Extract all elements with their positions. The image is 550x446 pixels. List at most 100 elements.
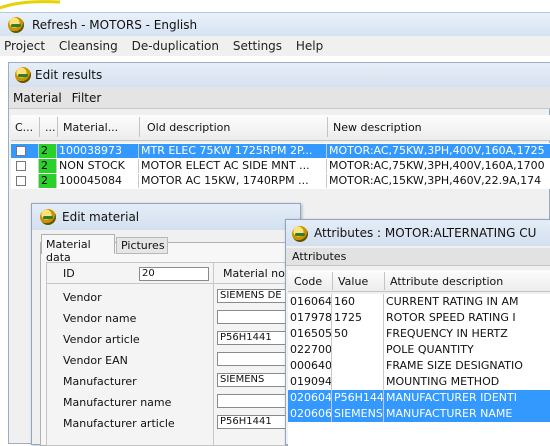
col-checked[interactable]: C... [15, 121, 33, 134]
field-label: Vendor article [63, 333, 140, 346]
tab-pictures[interactable]: Pictures [116, 237, 168, 254]
table-row[interactable]: 2 100038973 MTR ELEC 75KW 1725RPM 2P... MOT… [11, 144, 550, 158]
col-flag[interactable]: ... [45, 121, 56, 134]
attribute-row[interactable]: 000640 FRAME SIZE DESIGNATIO [288, 358, 550, 374]
menu-help[interactable]: Help [296, 39, 323, 53]
edit-material-icon [40, 209, 56, 225]
edit-material-title-bar[interactable]: Edit material [32, 204, 300, 230]
attr-code: 016064 [290, 294, 332, 310]
row-old-description: MOTOR ELECT AC SIDE MNT ... [139, 159, 327, 173]
edit-results-toolbar: Material Filter [9, 87, 550, 109]
main-title-bar[interactable]: Refresh - MOTORS - English [0, 12, 550, 36]
field-label: Vendor [63, 291, 102, 304]
app-title: Refresh - MOTORS - English [32, 18, 198, 32]
tab-material-data[interactable]: Material data [41, 234, 115, 264]
attribute-row[interactable]: 020606 SIEMENS MANUFACTURER NAME [288, 406, 550, 422]
attr-description: MANUFACTURER NAME [384, 406, 550, 422]
attributes-icon [292, 226, 308, 242]
attribute-row[interactable]: 016064 160 CURRENT RATING IN AM [288, 294, 550, 310]
attr-code: 000640 [290, 358, 332, 374]
attr-description: ROTOR SPEED RATING I [386, 311, 516, 324]
row-new-description: MOTOR:AC,15KW,3PH,460V,22.9A,174 [329, 174, 542, 187]
id-label: ID [63, 267, 75, 280]
row-checkbox-cell [11, 159, 39, 173]
attributes-window: Attributes : MOTOR:ALTERNATING CU Attrib… [285, 219, 550, 446]
row-checkbox[interactable] [16, 176, 26, 186]
attr-col-value[interactable]: Value [338, 275, 368, 288]
row-flag: 2 [39, 144, 57, 158]
row-checkbox[interactable] [16, 146, 26, 156]
attr-code: 020604 [288, 390, 332, 406]
row-flag: 2 [39, 159, 57, 173]
attr-value[interactable] [332, 358, 384, 374]
field-label: Vendor EAN [63, 354, 128, 367]
row-checkbox[interactable] [16, 161, 26, 171]
toolbar-material[interactable]: Material [13, 91, 62, 105]
id-field[interactable]: 20 [139, 267, 209, 281]
col-new-description[interactable]: New description [333, 121, 422, 134]
table-row[interactable]: 2 100045084 MOTOR AC 15KW, 1740RPM ... MOTO… [11, 174, 550, 188]
row-flag: 2 [39, 174, 57, 188]
attr-value[interactable] [332, 374, 384, 390]
attr-code: 017978 [290, 310, 332, 326]
attribute-row[interactable]: 022700 POLE QUANTITY [288, 342, 550, 358]
row-material: 100045084 [57, 174, 139, 188]
row-old-description: MTR ELEC 75KW 1725RPM 2P... [139, 144, 327, 158]
attr-col-description[interactable]: Attribute description [390, 275, 503, 288]
menu-cleansing[interactable]: Cleansing [59, 39, 118, 53]
field-label: Vendor name [63, 312, 137, 325]
attribute-row[interactable]: 016505 50 FREQUENCY IN HERTZ [288, 326, 550, 342]
edit-material-window: Edit material Material data Pictures ID … [31, 203, 301, 446]
attr-description: MANUFACTURER IDENTI [384, 390, 550, 406]
attr-description: POLE QUANTITY [386, 343, 474, 356]
attr-code: 019094 [290, 374, 332, 390]
menu-deduplication[interactable]: De-duplication [132, 39, 219, 53]
row-old-description: MOTOR AC 15KW, 1740RPM ... [139, 174, 327, 188]
attr-code: 016505 [290, 326, 332, 342]
row-material: NON STOCK [57, 159, 139, 173]
attr-value[interactable]: 50 [332, 326, 384, 342]
attr-value[interactable]: 160 [332, 294, 384, 310]
attr-code: 020606 [288, 406, 332, 422]
edit-material-title: Edit material [62, 210, 140, 224]
results-header: C... ... Material... Old description New… [11, 115, 550, 141]
row-checkbox-cell [11, 144, 39, 158]
material-fields: ID 20 Material no Vendor SIEMENS DE Vendor… [46, 262, 300, 446]
edit-results-title: Edit results [35, 68, 103, 82]
attr-value[interactable]: P56H1441 [332, 390, 384, 406]
attributes-table: 016064 160 CURRENT RATING IN AM 017978 1725 R… [288, 294, 550, 446]
attr-description: MOUNTING METHOD [386, 375, 500, 388]
attributes-header: Code Value Attribute description [288, 270, 550, 292]
results-table: 2 100038973 MTR ELEC 75KW 1725RPM 2P... MOT… [11, 143, 550, 189]
toolbar-filter[interactable]: Filter [72, 91, 102, 105]
attribute-row[interactable]: 017978 1725 ROTOR SPEED RATING I [288, 310, 550, 326]
attr-description: FRAME SIZE DESIGNATIO [386, 359, 523, 372]
field-label: Manufacturer [63, 375, 137, 388]
attributes-title: Attributes : MOTOR:ALTERNATING CU [314, 226, 537, 240]
field-label: Manufacturer article [63, 417, 175, 430]
menu-settings[interactable]: Settings [233, 39, 282, 53]
attr-value[interactable] [332, 342, 384, 358]
attr-code: 022700 [290, 342, 332, 358]
row-checkbox-cell [11, 174, 39, 188]
attr-col-code[interactable]: Code [294, 275, 322, 288]
row-new-description: MOTOR:AC,75KW,3PH,400V,160A,1725 [327, 144, 550, 158]
col-old-description[interactable]: Old description [147, 121, 230, 134]
attr-value[interactable]: 1725 [332, 310, 384, 326]
app-icon [8, 17, 24, 33]
col-material[interactable]: Material... [63, 121, 118, 134]
menu-project[interactable]: Project [4, 39, 45, 53]
attribute-row[interactable]: 020604P56H1441MANUFACTURER IDENTI [288, 390, 550, 406]
attributes-tab[interactable]: Attributes [286, 248, 550, 266]
menu-bar: Project Cleansing De-duplication Setting… [0, 36, 550, 56]
attributes-title-bar[interactable]: Attributes : MOTOR:ALTERNATING CU [286, 220, 550, 246]
table-row[interactable]: 2 NON STOCK MOTOR ELECT AC SIDE MNT ... MOT… [11, 159, 550, 173]
attr-value[interactable]: SIEMENS [332, 406, 384, 422]
edit-results-window: Edit results Material Filter C... ... Ma… [8, 62, 550, 446]
row-material: 100038973 [57, 144, 139, 158]
attribute-row[interactable]: 019094 MOUNTING METHOD [288, 374, 550, 390]
field-label: Manufacturer name [63, 396, 172, 409]
attr-description: CURRENT RATING IN AM [386, 295, 519, 308]
edit-results-title-bar[interactable]: Edit results [9, 63, 550, 87]
row-new-description: MOTOR:AC,75KW,3PH,400V,160A,1700 [329, 159, 545, 172]
